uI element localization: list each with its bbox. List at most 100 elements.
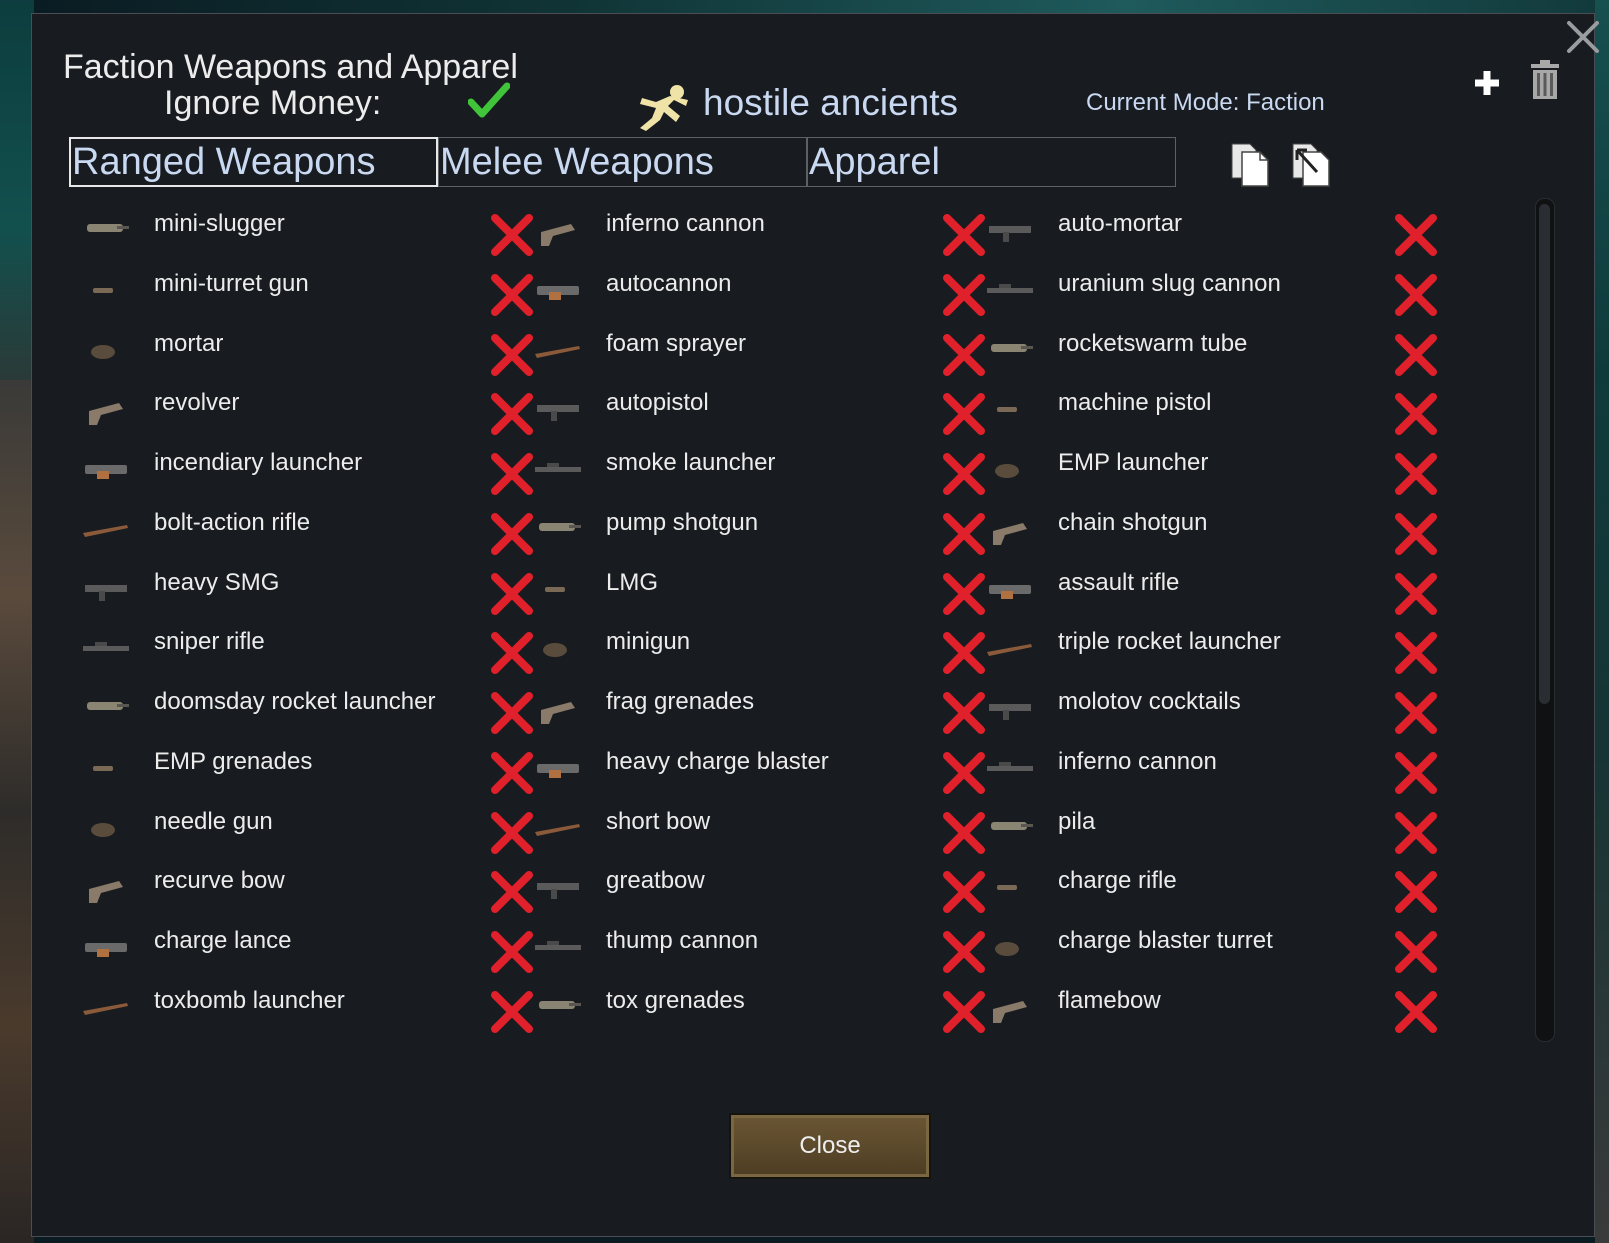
list-item: bolt-action rifle [79, 501, 539, 561]
list-item: flamebow [983, 979, 1443, 1039]
remove-item-button[interactable] [941, 272, 987, 318]
remove-item-button[interactable] [489, 869, 535, 915]
copy-icon[interactable] [1230, 142, 1270, 193]
item-label: chain shotgun [1058, 509, 1208, 536]
weapon-icon [79, 262, 133, 316]
remove-item-button[interactable] [941, 212, 987, 258]
item-label: mini-slugger [154, 210, 285, 237]
tab-ranged-weapons[interactable]: Ranged Weapons [69, 137, 438, 187]
item-label: smoke launcher [606, 449, 776, 476]
item-label: sniper rifle [154, 628, 265, 655]
remove-item-button[interactable] [489, 332, 535, 378]
remove-item-button[interactable] [489, 451, 535, 497]
remove-item-button[interactable] [1393, 272, 1439, 318]
paste-icon[interactable] [1291, 142, 1331, 193]
weapon-icon [79, 680, 133, 734]
remove-item-button[interactable] [941, 391, 987, 437]
tab-melee-weapons[interactable]: Melee Weapons [438, 137, 807, 187]
red-x-icon [943, 871, 985, 913]
red-x-icon [1395, 692, 1437, 734]
red-x-icon [491, 334, 533, 376]
list-item: autopistol [531, 381, 991, 441]
list-item: pump shotgun [531, 501, 991, 561]
item-label: charge blaster turret [1058, 927, 1273, 954]
remove-item-button[interactable] [1393, 451, 1439, 497]
remove-item-button[interactable] [489, 750, 535, 796]
remove-item-button[interactable] [489, 272, 535, 318]
remove-item-button[interactable] [941, 810, 987, 856]
red-x-icon [491, 812, 533, 854]
list-item: charge blaster turret [983, 919, 1443, 979]
remove-item-button[interactable] [941, 630, 987, 676]
weapon-icon [531, 262, 585, 316]
remove-item-button[interactable] [1393, 989, 1439, 1035]
list-item: greatbow [531, 859, 991, 919]
remove-item-button[interactable] [1393, 571, 1439, 617]
remove-item-button[interactable] [1393, 630, 1439, 676]
red-x-icon [1395, 274, 1437, 316]
red-x-icon [943, 453, 985, 495]
remove-item-button[interactable] [1393, 869, 1439, 915]
remove-item-button[interactable] [489, 571, 535, 617]
remove-item-button[interactable] [941, 869, 987, 915]
remove-item-button[interactable] [489, 690, 535, 736]
red-x-icon [943, 931, 985, 973]
weapon-icon [983, 441, 1037, 495]
red-x-icon [943, 632, 985, 674]
remove-item-button[interactable] [489, 391, 535, 437]
remove-item-button[interactable] [941, 332, 987, 378]
remove-item-button[interactable] [1393, 929, 1439, 975]
checkmark-icon[interactable] [467, 82, 511, 125]
remove-item-button[interactable] [489, 929, 535, 975]
remove-item-button[interactable] [941, 451, 987, 497]
weapon-icon [531, 859, 585, 913]
weapon-icon [79, 322, 133, 376]
trash-icon[interactable] [1530, 60, 1560, 105]
red-x-icon [943, 991, 985, 1033]
weapon-icon [531, 322, 585, 376]
close-x-icon[interactable] [1565, 19, 1601, 55]
red-x-icon [943, 513, 985, 555]
list-item: incendiary launcher [79, 441, 539, 501]
background-left-art [0, 380, 34, 1243]
remove-item-button[interactable] [1393, 212, 1439, 258]
remove-item-button[interactable] [941, 989, 987, 1035]
item-label: auto-mortar [1058, 210, 1183, 237]
scrollbar-thumb[interactable] [1539, 204, 1550, 704]
remove-item-button[interactable] [489, 511, 535, 557]
list-item: EMP launcher [983, 441, 1443, 501]
remove-item-button[interactable] [941, 690, 987, 736]
red-x-icon [491, 214, 533, 256]
weapon-icon [983, 620, 1037, 674]
remove-item-button[interactable] [941, 929, 987, 975]
weapon-icon [983, 381, 1037, 435]
fleeing-person-icon [634, 82, 692, 137]
remove-item-button[interactable] [489, 810, 535, 856]
item-label: revolver [154, 389, 240, 416]
remove-item-button[interactable] [1393, 810, 1439, 856]
plus-icon[interactable] [1472, 68, 1502, 103]
weapon-icon [531, 441, 585, 495]
remove-item-button[interactable] [941, 571, 987, 617]
remove-item-button[interactable] [489, 630, 535, 676]
list-item: recurve bow [79, 859, 539, 919]
weapon-icon [79, 800, 133, 854]
remove-item-button[interactable] [489, 212, 535, 258]
remove-item-button[interactable] [941, 750, 987, 796]
list-item: inferno cannon [983, 740, 1443, 800]
remove-item-button[interactable] [1393, 511, 1439, 557]
weapon-icon [79, 979, 133, 1033]
tab-apparel[interactable]: Apparel [807, 137, 1176, 187]
close-button[interactable]: Close [729, 1113, 931, 1179]
remove-item-button[interactable] [1393, 750, 1439, 796]
remove-item-button[interactable] [1393, 391, 1439, 437]
remove-item-button[interactable] [489, 989, 535, 1035]
item-list: mini-slugger mini-turret gun mortar revolve… [32, 197, 1596, 1077]
remove-item-button[interactable] [1393, 332, 1439, 378]
item-label: bolt-action rifle [154, 509, 311, 536]
remove-item-button[interactable] [941, 511, 987, 557]
list-item: rocketswarm tube [983, 322, 1443, 382]
red-x-icon [491, 513, 533, 555]
remove-item-button[interactable] [1393, 690, 1439, 736]
weapon-icon [983, 859, 1037, 913]
